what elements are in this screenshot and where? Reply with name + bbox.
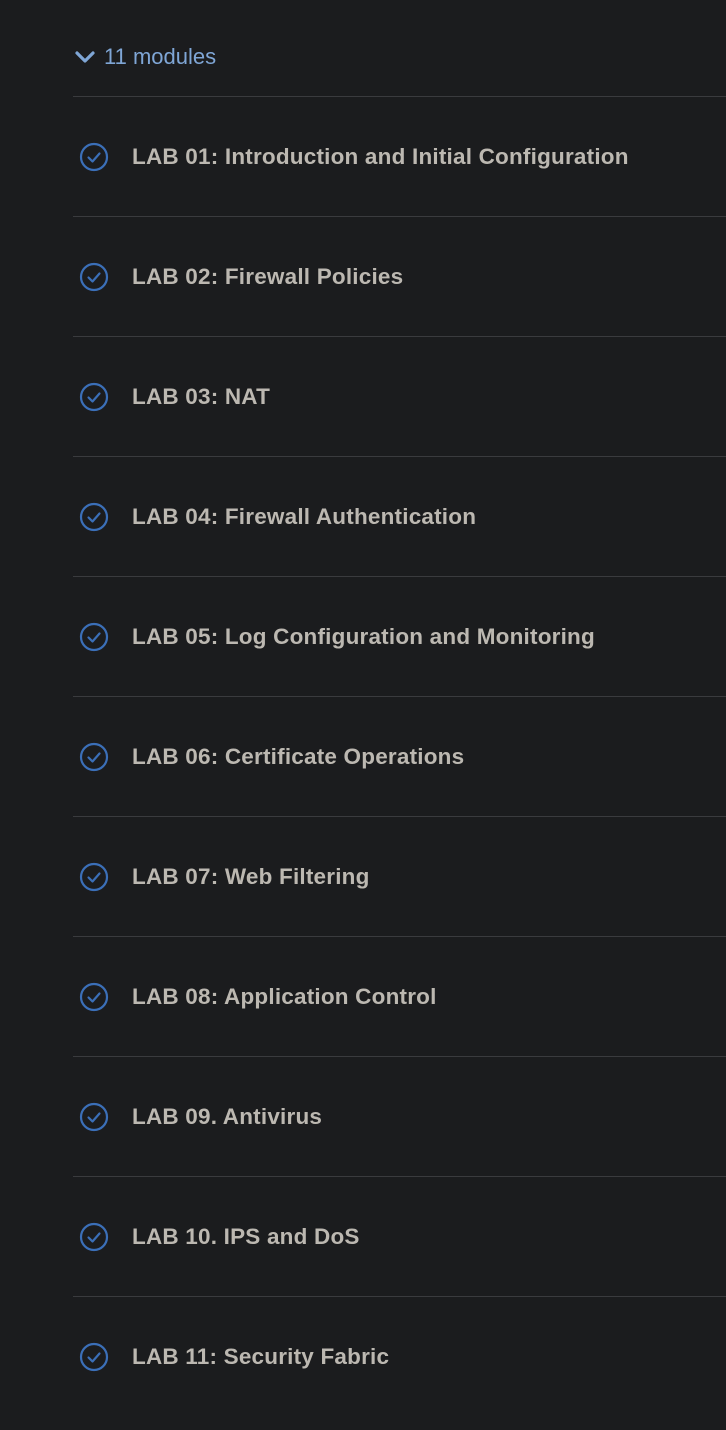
modules-count-label: 11 modules: [104, 44, 217, 69]
module-list: LAB 01: Introduction and Initial Configu…: [73, 96, 726, 1416]
module-item[interactable]: LAB 03: NAT: [73, 336, 726, 456]
module-item[interactable]: LAB 10. IPS and DoS: [73, 1176, 726, 1296]
module-title: LAB 09. Antivirus: [132, 1103, 323, 1129]
check-circle-icon: [79, 622, 109, 652]
check-circle-icon: [79, 502, 109, 532]
module-title: LAB 11: Security Fabric: [132, 1343, 390, 1369]
module-item[interactable]: LAB 04: Firewall Authentication: [73, 456, 726, 576]
module-title: LAB 02: Firewall Policies: [132, 263, 404, 289]
check-circle-icon: [79, 142, 109, 172]
check-circle-icon: [79, 382, 109, 412]
module-item[interactable]: LAB 11: Security Fabric: [73, 1296, 726, 1416]
check-circle-icon: [79, 262, 109, 292]
check-circle-icon: [79, 1102, 109, 1132]
module-item[interactable]: LAB 05: Log Configuration and Monitoring: [73, 576, 726, 696]
module-title: LAB 10. IPS and DoS: [132, 1223, 360, 1249]
module-item[interactable]: LAB 09. Antivirus: [73, 1056, 726, 1176]
module-item[interactable]: LAB 02: Firewall Policies: [73, 216, 726, 336]
module-title: LAB 03: NAT: [132, 383, 271, 409]
module-title: LAB 05: Log Configuration and Monitoring: [132, 623, 595, 649]
module-title: LAB 01: Introduction and Initial Configu…: [132, 143, 629, 169]
module-item[interactable]: LAB 01: Introduction and Initial Configu…: [73, 96, 726, 216]
module-title: LAB 07: Web Filtering: [132, 863, 370, 889]
check-circle-icon: [79, 862, 109, 892]
check-circle-icon: [79, 1342, 109, 1372]
module-item[interactable]: LAB 08: Application Control: [73, 936, 726, 1056]
module-item[interactable]: LAB 06: Certificate Operations: [73, 696, 726, 816]
module-title: LAB 04: Firewall Authentication: [132, 503, 477, 529]
check-circle-icon: [79, 1222, 109, 1252]
check-circle-icon: [79, 742, 109, 772]
module-item[interactable]: LAB 07: Web Filtering: [73, 816, 726, 936]
course-modules-page: 11 modules LAB 01: Introduction and Init…: [0, 0, 726, 1430]
module-title: LAB 08: Application Control: [132, 983, 437, 1009]
module-title: LAB 06: Certificate Operations: [132, 743, 465, 769]
check-circle-icon: [79, 982, 109, 1012]
modules-toggle[interactable]: 11 modules: [74, 42, 216, 72]
chevron-down-icon: [74, 49, 96, 65]
